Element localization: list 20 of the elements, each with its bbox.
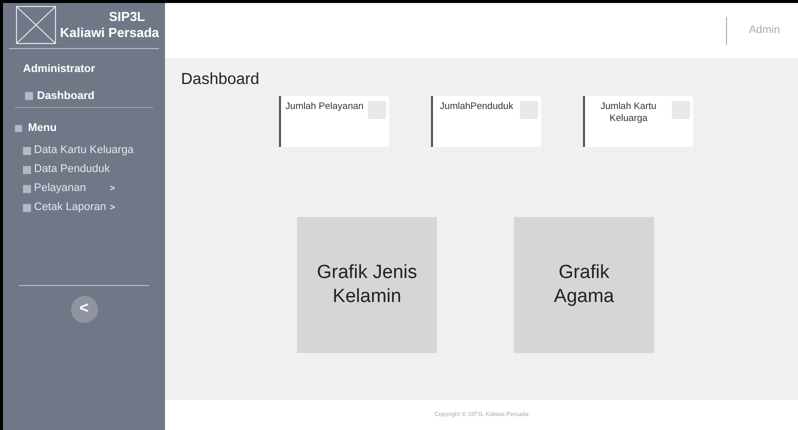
square-icon <box>15 124 22 132</box>
stat-card: Jumlah Kartu Keluarga <box>583 96 693 147</box>
menu-heading: Menu <box>28 121 57 136</box>
brand-title: SIP3L <box>108 8 146 25</box>
dashboard-link[interactable]: Dashboard <box>37 88 94 104</box>
sidebar-item[interactable]: Pelayanan > <box>23 182 145 196</box>
chart-title: Grafik Agama <box>552 261 616 309</box>
logo-placeholder-icon <box>16 6 56 44</box>
stat-card: Jumlah Pelayanan <box>279 96 389 147</box>
square-icon <box>25 92 33 100</box>
page-title: Dashboard <box>180 70 260 90</box>
collapse-button[interactable]: < <box>70 296 98 322</box>
sidebar-item[interactable]: Cetak Laporan > <box>23 200 145 214</box>
sidebar-item[interactable]: Data Penduduk <box>23 162 145 176</box>
user-label[interactable]: Admin <box>748 22 780 39</box>
sidebar-item[interactable]: Data Kartu Keluarga <box>23 144 145 158</box>
stat-card: JumlahPenduduk <box>431 96 541 147</box>
chart-title: Grafik Jenis Kelamin <box>316 261 418 309</box>
brand-subtitle: Kaliawi Persada <box>60 25 159 42</box>
role-label: Administrator <box>22 62 96 77</box>
